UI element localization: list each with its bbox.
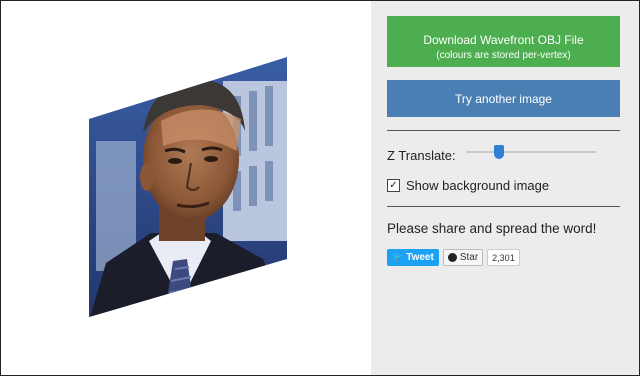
divider [387, 206, 620, 207]
tweet-button[interactable]: 🐦 Tweet [387, 249, 439, 266]
try-another-image-button[interactable]: Try another image [387, 80, 620, 117]
download-button-label: Download Wavefront OBJ File [423, 33, 584, 47]
social-buttons: 🐦 Tweet Star 2,301 [387, 249, 520, 266]
github-star-button[interactable]: Star [442, 249, 484, 266]
z-translate-slider-track[interactable] [466, 151, 596, 153]
3d-viewport[interactable] [1, 1, 371, 375]
star-count[interactable]: 2,301 [487, 249, 520, 266]
show-background-label: Show background image [406, 178, 550, 193]
divider [387, 130, 620, 131]
download-obj-button[interactable]: Download Wavefront OBJ File (colours are… [387, 16, 620, 67]
download-button-sublabel: (colours are stored per-vertex) [436, 50, 571, 61]
show-background-toggle[interactable]: ✓ Show background image [387, 178, 549, 193]
tweet-label: Tweet [406, 252, 434, 263]
control-panel: Download Wavefront OBJ File (colours are… [371, 1, 639, 375]
face-reconstruction-render [89, 57, 287, 317]
twitter-bird-icon: 🐦 [392, 252, 404, 262]
z-translate-label: Z Translate: [387, 148, 456, 163]
z-translate-slider-thumb[interactable] [493, 145, 504, 159]
show-background-checkbox[interactable]: ✓ [387, 179, 400, 192]
github-icon [447, 253, 457, 262]
app-window: Download Wavefront OBJ File (colours are… [0, 0, 640, 376]
share-text: Please share and spread the word! [387, 221, 597, 236]
star-label: Star [459, 252, 479, 263]
